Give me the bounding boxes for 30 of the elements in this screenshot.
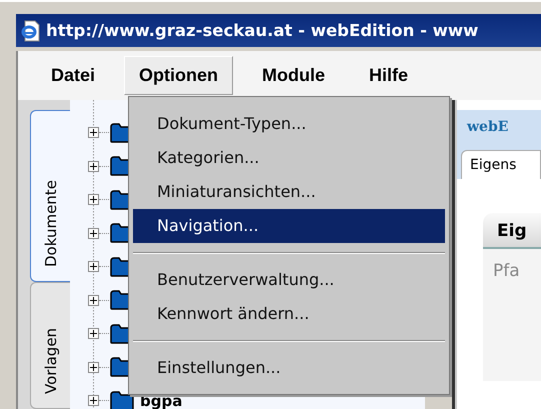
menu-item[interactable]: Dokument-Typen... [133, 107, 445, 141]
expand-icon[interactable] [88, 328, 99, 340]
menu-item[interactable]: Einstellungen... [133, 351, 445, 385]
side-tab[interactable]: Vorlagen [30, 282, 70, 409]
editor-tab[interactable]: Eigens [461, 150, 541, 179]
tree-item-label[interactable]: bgpa [140, 392, 182, 409]
menu-bar-item[interactable]: Optionen [124, 56, 234, 95]
side-tab[interactable]: Dokumente [30, 110, 70, 282]
menu-item[interactable]: Miniaturansichten... [133, 175, 445, 209]
expand-icon[interactable] [88, 160, 99, 172]
expand-icon[interactable] [88, 127, 99, 138]
menu-bar-item[interactable]: Datei [36, 56, 110, 95]
menu-bar-item[interactable]: Module [247, 56, 340, 95]
editor-header: webE [457, 110, 541, 144]
window-title: http://www.graz-seckau.at - webEdition - www [46, 21, 478, 40]
expand-icon[interactable] [88, 194, 99, 206]
expand-icon[interactable] [88, 228, 99, 239]
menu-item[interactable]: Benutzerverwaltung... [133, 263, 445, 297]
expand-icon[interactable] [88, 362, 99, 373]
folder-icon [110, 390, 134, 409]
menu-item[interactable]: Navigation... [133, 209, 445, 243]
menu-item[interactable]: Kennwort ändern... [133, 297, 445, 331]
expand-icon[interactable] [88, 261, 99, 272]
expand-icon[interactable] [88, 294, 99, 306]
field-label: Pfa [493, 261, 520, 281]
section-header: Eig [483, 213, 541, 249]
menu-bar-item[interactable]: Hilfe [354, 56, 424, 95]
browser-page-icon [20, 20, 42, 42]
menu-item[interactable]: Kategorien... [133, 141, 445, 175]
expand-icon[interactable] [88, 395, 99, 406]
